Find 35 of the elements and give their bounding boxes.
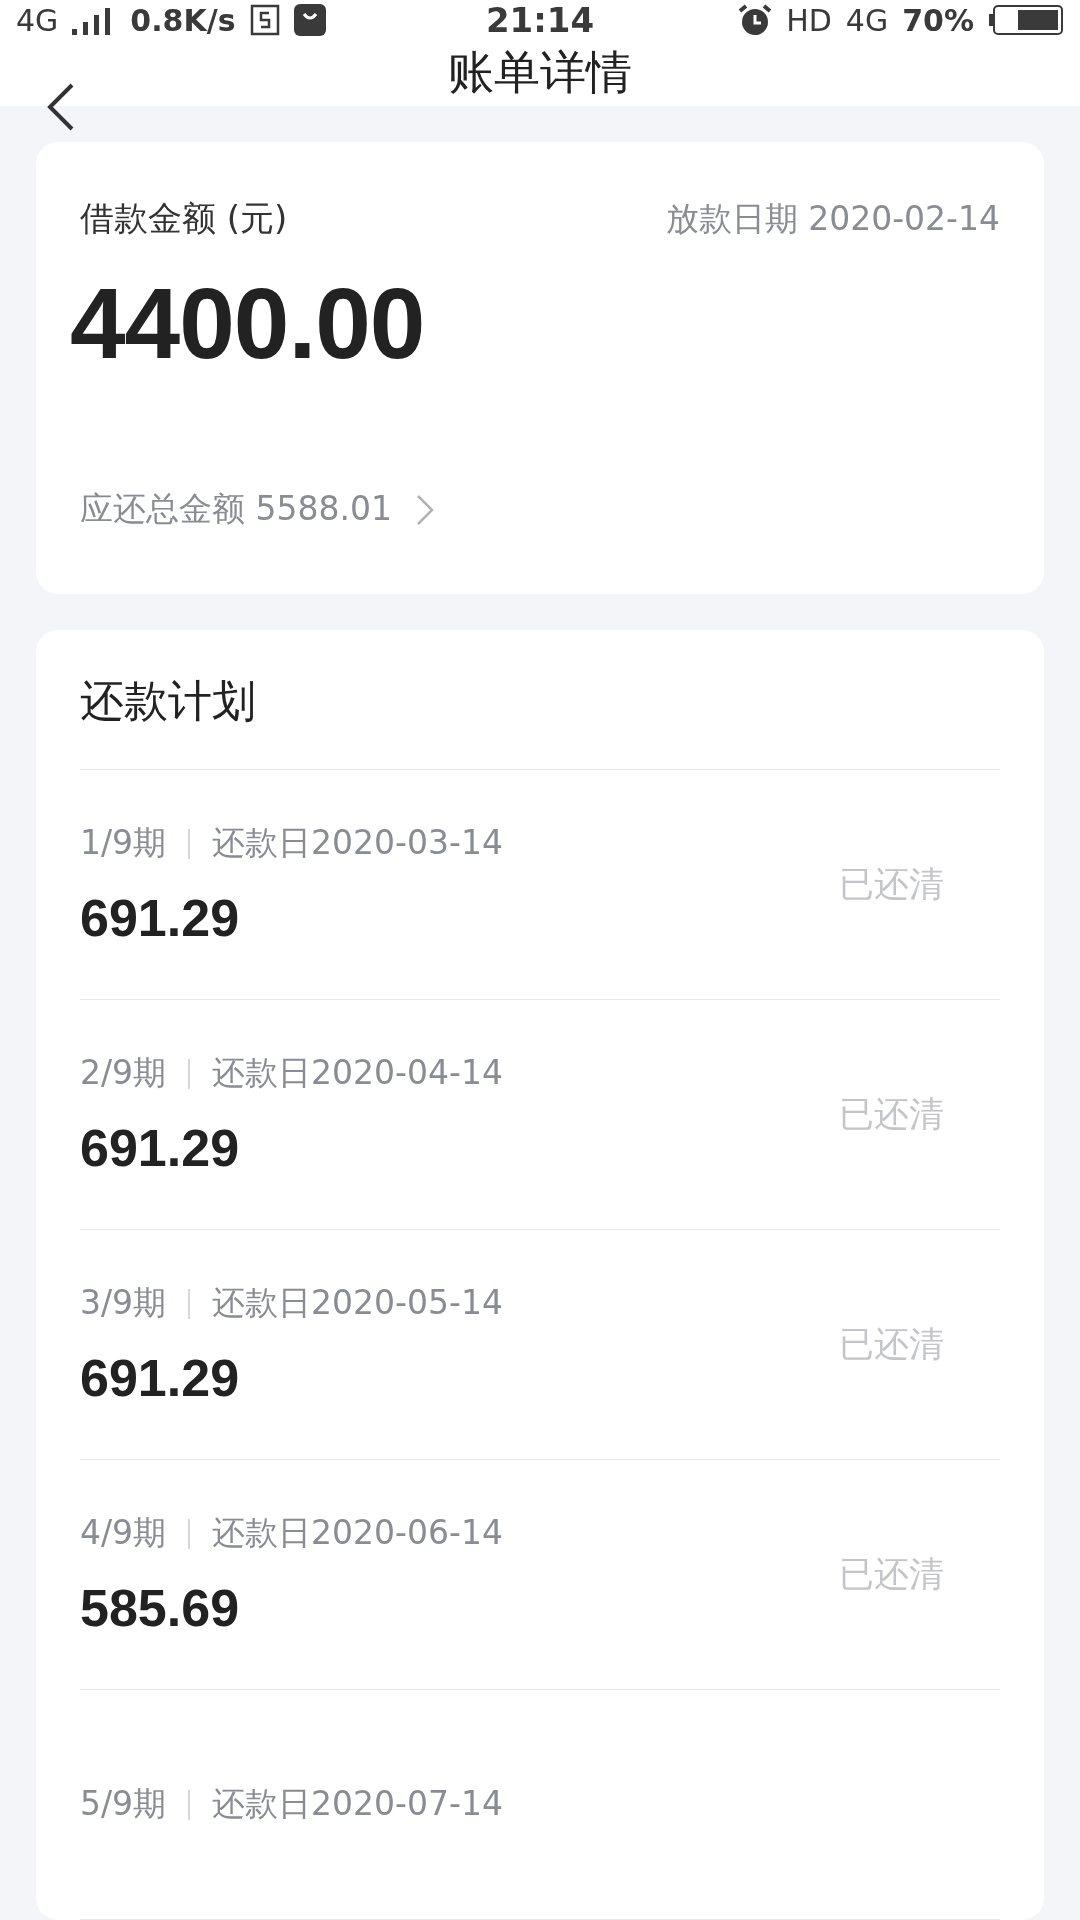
payment-status: 已还清 <box>839 1553 944 1596</box>
installment-period: 5/9期 <box>80 1783 167 1825</box>
sim-icon <box>249 4 280 36</box>
installment-period: 4/9期 <box>80 1512 167 1554</box>
installment-period: 1/9期 <box>80 822 167 864</box>
due-date: 还款日2020-06-14 <box>212 1512 503 1554</box>
battery-percent: 70% <box>902 2 974 38</box>
alarm-icon <box>738 4 773 36</box>
network-type: 4G <box>16 2 59 38</box>
section-title: 还款计划 <box>80 630 1000 770</box>
due-date: 还款日2020-04-14 <box>212 1052 503 1094</box>
installment-period: 2/9期 <box>80 1052 167 1094</box>
installment-amount: 691.29 <box>80 1348 241 1408</box>
chevron-right-icon <box>415 493 434 526</box>
installment-amount: 691.29 <box>80 888 241 948</box>
payment-status: 已还清 <box>839 1323 944 1366</box>
loan-amount-label: 借款金额 (元) <box>80 197 288 240</box>
due-date: 还款日2020-03-14 <box>212 822 503 864</box>
installment-amount: 585.69 <box>80 1578 241 1638</box>
installment-period: 3/9期 <box>80 1282 167 1324</box>
due-date: 还款日2020-05-14 <box>212 1282 503 1324</box>
disbursement-date: 放款日期 2020-02-14 <box>665 197 1000 240</box>
page-title: 账单详情 <box>448 44 632 101</box>
loan-amount: 4400.00 <box>70 266 426 381</box>
payment-status: 已还清 <box>839 863 944 906</box>
shopping-bag-icon <box>293 4 326 36</box>
hd-label: HD <box>786 2 832 38</box>
network-speed: 0.8K/s <box>130 2 236 38</box>
payment-status: 已还清 <box>839 1093 944 1136</box>
battery-icon <box>988 4 1064 36</box>
clock-time: 21:14 <box>485 0 595 40</box>
installment-amount: 691.29 <box>80 1118 241 1178</box>
due-date: 还款日2020-07-14 <box>212 1783 503 1825</box>
data-network-label: 4G <box>845 2 889 38</box>
total-due-link[interactable]: 应还总金额 5588.01 <box>80 487 1000 532</box>
